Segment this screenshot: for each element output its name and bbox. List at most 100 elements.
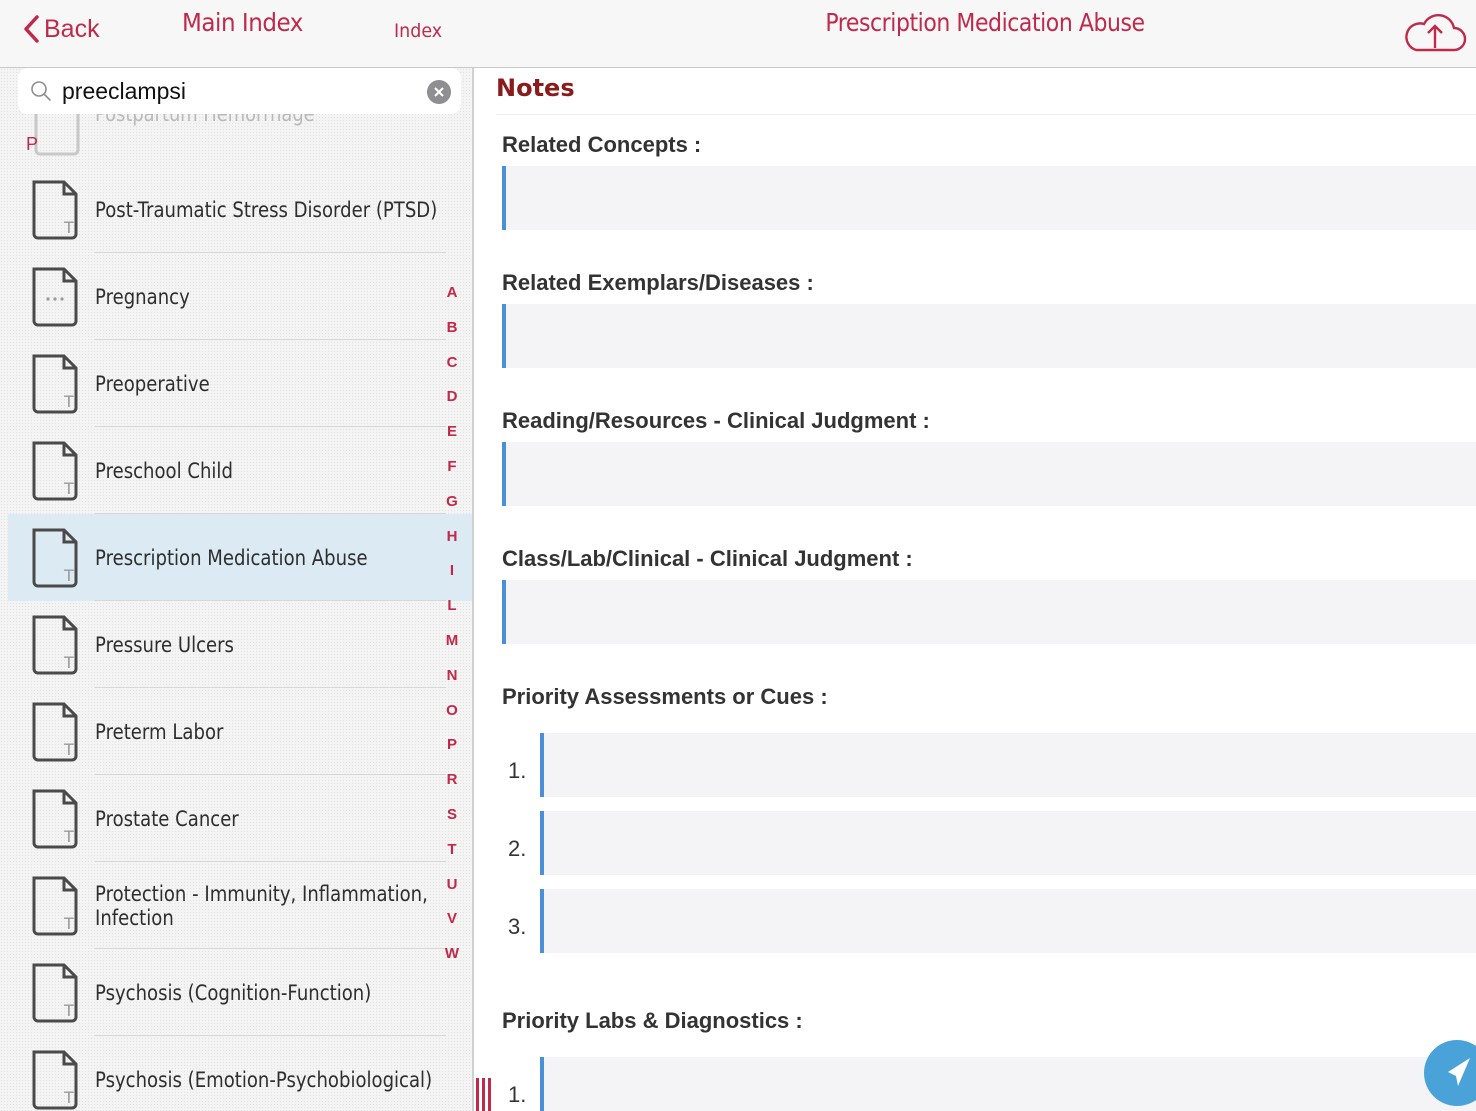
list-item-label: Preoperative bbox=[95, 371, 210, 396]
svg-text:T: T bbox=[63, 653, 74, 672]
doc-t-icon: T bbox=[32, 615, 78, 675]
alphabet-letter[interactable]: T bbox=[442, 833, 462, 868]
section-label-priority-labs: Priority Labs & Diagnostics : bbox=[502, 1008, 803, 1033]
list-item[interactable]: T Preterm Labor bbox=[8, 688, 472, 775]
cloud-upload-icon[interactable] bbox=[1402, 12, 1468, 56]
doc-t-icon: T bbox=[32, 441, 78, 501]
priority-assessment-field-3[interactable] bbox=[540, 889, 1476, 953]
alphabet-letter[interactable]: E bbox=[442, 415, 462, 450]
doc-t-icon: T bbox=[32, 180, 78, 240]
index-panel: Postpartum Hemorrhage P T Post-Traumatic … bbox=[0, 68, 474, 1111]
list-item-label: Postpartum Hemorrhage bbox=[95, 114, 315, 126]
alphabet-letter[interactable]: U bbox=[442, 868, 462, 903]
alphabet-letter[interactable]: F bbox=[442, 450, 462, 485]
section-label-reading-resources: Reading/Resources - Clinical Judgment : bbox=[502, 408, 930, 433]
svg-text:T: T bbox=[63, 1088, 74, 1107]
priority-assessment-field-2[interactable] bbox=[540, 811, 1476, 875]
alphabet-letter[interactable]: I bbox=[442, 554, 462, 589]
list-item-label: Pregnancy bbox=[95, 284, 190, 309]
list-item-label: Prescription Medication Abuse bbox=[95, 545, 368, 570]
svg-text:T: T bbox=[63, 566, 74, 585]
alphabet-letter[interactable]: L bbox=[442, 589, 462, 624]
section-label-related-concepts: Related Concepts : bbox=[502, 132, 702, 157]
alphabet-letter[interactable]: G bbox=[442, 485, 462, 520]
chevron-left-icon bbox=[24, 15, 39, 43]
doc-t-icon: T bbox=[32, 702, 78, 762]
list-item-label: Psychosis (Cognition-Function) bbox=[95, 980, 372, 1005]
list-item-label: Prostate Cancer bbox=[95, 806, 239, 831]
main-index-button[interactable]: Main Index bbox=[182, 8, 303, 37]
list-item[interactable]: T Pressure Ulcers bbox=[8, 601, 472, 688]
page-title: Prescription Medication Abuse bbox=[825, 8, 1145, 37]
list-item[interactable]: T Post-Traumatic Stress Disorder (PTSD) bbox=[8, 166, 472, 253]
list-item[interactable]: T Psychosis (Emotion-Psychobiological) bbox=[8, 1036, 472, 1111]
alphabet-index[interactable]: ABCDEFGHILMNOPRSTUVW bbox=[442, 276, 462, 972]
svg-text:T: T bbox=[63, 1001, 74, 1020]
svg-text:T: T bbox=[63, 218, 74, 237]
list-item[interactable]: T Preschool Child bbox=[8, 427, 472, 514]
list-number: 2. bbox=[508, 836, 527, 861]
svg-text:T: T bbox=[63, 392, 74, 411]
list-item[interactable]: T Preoperative bbox=[8, 340, 472, 427]
list-number: 1. bbox=[508, 1082, 527, 1107]
priority-assessment-field-1[interactable] bbox=[540, 733, 1476, 797]
alphabet-letter[interactable]: N bbox=[442, 659, 462, 694]
list-item-label: Pressure Ulcers bbox=[95, 632, 234, 657]
alphabet-letter[interactable]: W bbox=[442, 937, 462, 972]
svg-text:T: T bbox=[63, 827, 74, 846]
search-input[interactable] bbox=[62, 77, 402, 105]
section-header-letter: P bbox=[26, 134, 39, 154]
index-list: T Post-Traumatic Stress Disorder (PTSD) Pr… bbox=[8, 166, 472, 1111]
drag-handle[interactable] bbox=[476, 1078, 492, 1111]
class-lab-clinical-field[interactable] bbox=[502, 580, 1476, 644]
list-item-label: Preschool Child bbox=[95, 458, 233, 483]
list-item-label: Psychosis (Emotion-Psychobiological) bbox=[95, 1067, 433, 1092]
alphabet-letter[interactable]: P bbox=[442, 728, 462, 763]
list-item-label: Protection - Immunity, Inflammation, Inf… bbox=[95, 881, 428, 930]
list-item[interactable]: T Protection - Immunity, Inflammation, In… bbox=[8, 862, 472, 949]
doc-t-icon: T bbox=[32, 789, 78, 849]
related-exemplars-field[interactable] bbox=[502, 304, 1476, 368]
alphabet-letter[interactable]: H bbox=[442, 520, 462, 555]
alphabet-letter[interactable]: D bbox=[442, 380, 462, 415]
list-item-label: Preterm Labor bbox=[95, 719, 224, 744]
back-label: Back bbox=[44, 14, 100, 43]
alphabet-letter[interactable]: C bbox=[442, 346, 462, 381]
list-item-clipped[interactable]: Postpartum Hemorrhage bbox=[8, 114, 472, 166]
svg-text:T: T bbox=[63, 479, 74, 498]
list-item[interactable]: T Psychosis (Cognition-Function) bbox=[8, 949, 472, 1036]
alphabet-letter[interactable]: S bbox=[442, 798, 462, 833]
alphabet-letter[interactable]: O bbox=[442, 694, 462, 729]
doc-t-icon: T bbox=[32, 963, 78, 1023]
reading-resources-field[interactable] bbox=[502, 442, 1476, 506]
doc-t-icon bbox=[34, 114, 80, 156]
doc-t-icon: T bbox=[32, 354, 78, 414]
doc-dots-icon bbox=[32, 267, 78, 327]
svg-text:T: T bbox=[63, 740, 74, 759]
alphabet-letter[interactable]: R bbox=[442, 763, 462, 798]
notes-title: Notes bbox=[496, 74, 575, 102]
doc-t-icon: T bbox=[32, 528, 78, 588]
search-bar[interactable] bbox=[18, 68, 461, 114]
priority-labs-field-1[interactable] bbox=[540, 1057, 1476, 1111]
section-label-related-exemplars: Related Exemplars/Diseases : bbox=[502, 270, 814, 295]
top-nav-bar: Back Main Index Index Prescription Medic… bbox=[0, 0, 1476, 68]
alphabet-letter[interactable]: M bbox=[442, 624, 462, 659]
alphabet-letter[interactable]: A bbox=[442, 276, 462, 311]
search-icon bbox=[31, 81, 51, 101]
divider bbox=[496, 114, 1476, 115]
doc-t-icon: T bbox=[32, 876, 78, 936]
alphabet-letter[interactable]: V bbox=[442, 902, 462, 937]
section-label-priority-assessments: Priority Assessments or Cues : bbox=[502, 684, 828, 709]
index-button[interactable]: Index bbox=[394, 20, 442, 42]
back-button[interactable]: Back bbox=[22, 14, 100, 44]
list-item-label: Post-Traumatic Stress Disorder (PTSD) bbox=[95, 197, 438, 222]
clear-search-icon[interactable] bbox=[427, 80, 451, 104]
list-number: 3. bbox=[508, 914, 527, 939]
alphabet-letter[interactable]: B bbox=[442, 311, 462, 346]
list-item[interactable]: T Prostate Cancer bbox=[8, 775, 472, 862]
list-item[interactable]: T Prescription Medication Abuse bbox=[8, 514, 472, 601]
related-concepts-field[interactable] bbox=[502, 166, 1476, 230]
list-item[interactable]: Pregnancy bbox=[8, 253, 472, 340]
close-icon bbox=[434, 87, 444, 97]
